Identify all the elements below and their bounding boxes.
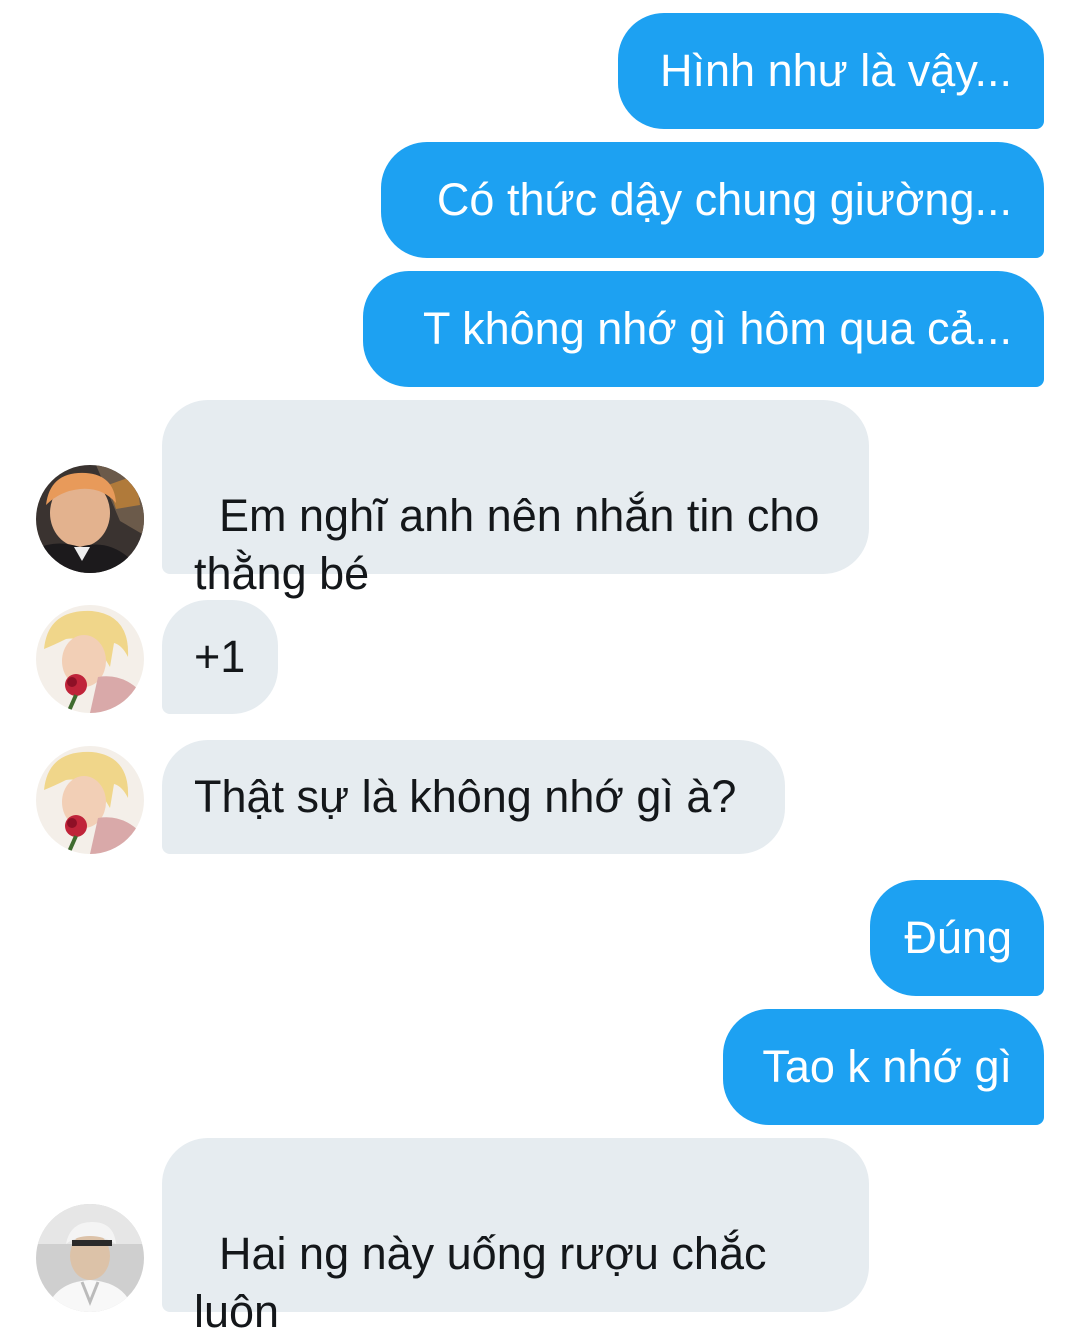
- avatar-white-cap[interactable]: [36, 1204, 144, 1312]
- avatar-blonde-rose[interactable]: [36, 746, 144, 854]
- message-text: T không nhớ gì hôm qua cả...: [422, 303, 1012, 354]
- avatar-orange-hair[interactable]: [36, 465, 144, 573]
- received-message-bubble[interactable]: Em nghĩ anh nên nhắn tin cho thằng bé: [162, 400, 869, 599]
- received-message-bubble[interactable]: Hai ng này uống rượu chắc luôn: [162, 1138, 869, 1337]
- received-message-bubble[interactable]: Thật sự là không nhớ gì à?: [162, 740, 785, 854]
- message-text: Thật sự là không nhớ gì à?: [194, 771, 737, 822]
- message-text: Có thức dậy chung giường...: [436, 174, 1012, 225]
- message-text: Em nghĩ anh nên nhắn tin cho thằng bé: [194, 490, 820, 599]
- sent-message-bubble[interactable]: Tao k nhớ gì: [723, 1009, 1044, 1125]
- sent-message-bubble[interactable]: Đúng: [870, 880, 1044, 996]
- message-text: Hai ng này uống rượu chắc luôn: [194, 1228, 767, 1337]
- avatar-blonde-rose[interactable]: [36, 605, 144, 713]
- message-text: Đúng: [904, 912, 1012, 963]
- message-text: +1: [194, 631, 246, 682]
- sent-message-bubble[interactable]: Hình như là vậy...: [618, 13, 1044, 129]
- sent-message-bubble[interactable]: T không nhớ gì hôm qua cả...: [363, 271, 1044, 387]
- message-text: Hình như là vậy...: [660, 45, 1012, 96]
- sent-message-bubble[interactable]: Có thức dậy chung giường...: [381, 142, 1044, 258]
- message-text: Tao k nhớ gì: [762, 1041, 1012, 1092]
- received-message-bubble[interactable]: +1: [162, 600, 278, 714]
